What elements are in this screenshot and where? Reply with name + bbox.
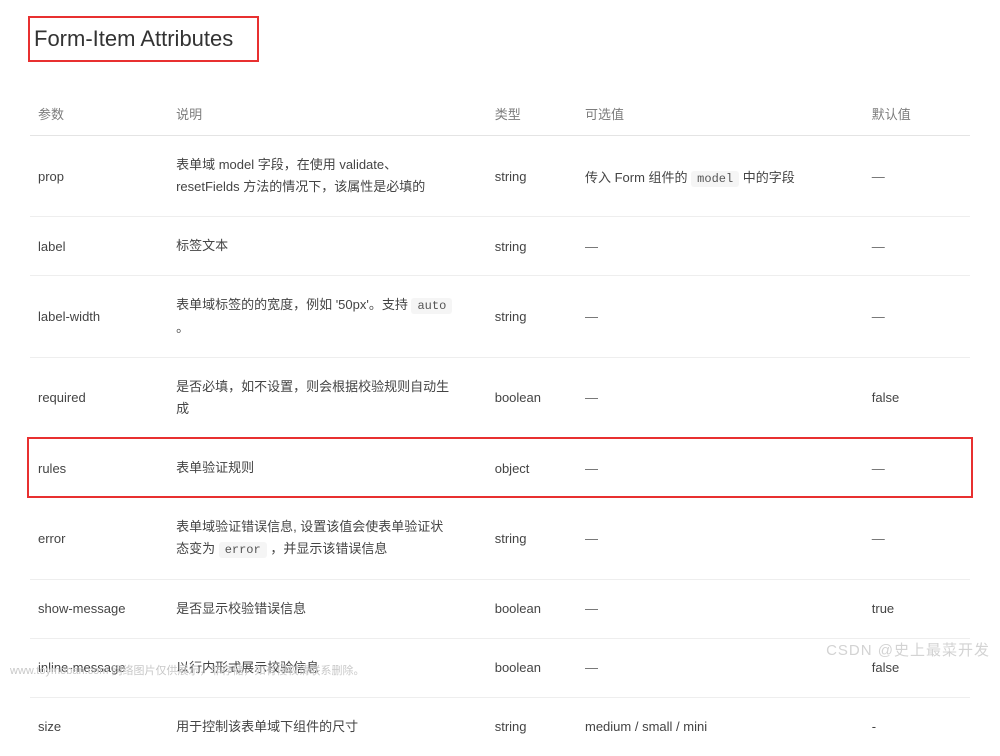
cell-desc: 是否显示校验错误信息	[168, 579, 487, 638]
cell-default: false	[864, 357, 970, 438]
cell-desc: 是否必填，如不设置，则会根据校验规则自动生成	[168, 357, 487, 438]
cell-param: required	[30, 357, 168, 438]
header-opts: 可选值	[577, 92, 864, 136]
cell-opts: medium / small / mini	[577, 697, 864, 756]
cell-opts: —	[577, 357, 864, 438]
cell-opts: —	[577, 276, 864, 357]
table-row: rules表单验证规则object——	[30, 438, 970, 497]
cell-default: —	[864, 217, 970, 276]
cell-param: label-width	[30, 276, 168, 357]
table-row: error表单域验证错误信息, 设置该值会使表单验证状态变为 error ，并显…	[30, 498, 970, 579]
cell-default: —	[864, 498, 970, 579]
cell-desc: 用于控制该表单域下组件的尺寸	[168, 697, 487, 756]
watermark-right: CSDN @史上最菜开发	[826, 639, 990, 660]
table-row: show-message是否显示校验错误信息boolean—true	[30, 579, 970, 638]
cell-param: rules	[30, 438, 168, 497]
header-param: 参数	[30, 92, 168, 136]
cell-default: true	[864, 579, 970, 638]
cell-default: —	[864, 136, 970, 217]
table-row: size用于控制该表单域下组件的尺寸stringmedium / small /…	[30, 697, 970, 756]
cell-opts: —	[577, 438, 864, 497]
cell-desc: 表单验证规则	[168, 438, 487, 497]
cell-param: label	[30, 217, 168, 276]
cell-param: prop	[30, 136, 168, 217]
cell-opts: 传入 Form 组件的 model 中的字段	[577, 136, 864, 217]
table-row: label标签文本string——	[30, 217, 970, 276]
table-row: required是否必填，如不设置，则会根据校验规则自动生成boolean—fa…	[30, 357, 970, 438]
section-title-box: Form-Item Attributes	[28, 16, 259, 62]
table-header-row: 参数 说明 类型 可选值 默认值	[30, 92, 970, 136]
cell-param: show-message	[30, 579, 168, 638]
cell-default: —	[864, 276, 970, 357]
cell-type: string	[487, 276, 577, 357]
cell-param: error	[30, 498, 168, 579]
cell-type: string	[487, 697, 577, 756]
cell-type: boolean	[487, 357, 577, 438]
header-desc: 说明	[168, 92, 487, 136]
section-title: Form-Item Attributes	[34, 26, 233, 52]
cell-type: boolean	[487, 638, 577, 697]
code-inline: model	[691, 171, 739, 187]
header-type: 类型	[487, 92, 577, 136]
cell-desc: 表单域标签的的宽度，例如 '50px'。支持 auto 。	[168, 276, 487, 357]
table-row: label-width表单域标签的的宽度，例如 '50px'。支持 auto 。…	[30, 276, 970, 357]
cell-type: object	[487, 438, 577, 497]
cell-default: -	[864, 697, 970, 756]
cell-type: string	[487, 136, 577, 217]
cell-opts: —	[577, 579, 864, 638]
code-inline: auto	[411, 298, 452, 314]
cell-desc: 表单域验证错误信息, 设置该值会使表单验证状态变为 error ，并显示该错误信…	[168, 498, 487, 579]
watermark-left: www.toymoban.com 网络图片仅供展示，非存储，如有侵权请联系删除。	[10, 662, 364, 678]
cell-desc: 标签文本	[168, 217, 487, 276]
cell-opts: —	[577, 498, 864, 579]
cell-desc: 表单域 model 字段，在使用 validate、resetFields 方法…	[168, 136, 487, 217]
header-default: 默认值	[864, 92, 970, 136]
table-row: prop表单域 model 字段，在使用 validate、resetField…	[30, 136, 970, 217]
code-inline: error	[219, 542, 267, 558]
cell-type: string	[487, 498, 577, 579]
cell-type: boolean	[487, 579, 577, 638]
cell-default: —	[864, 438, 970, 497]
cell-opts: —	[577, 638, 864, 697]
cell-opts: —	[577, 217, 864, 276]
cell-type: string	[487, 217, 577, 276]
cell-param: size	[30, 697, 168, 756]
